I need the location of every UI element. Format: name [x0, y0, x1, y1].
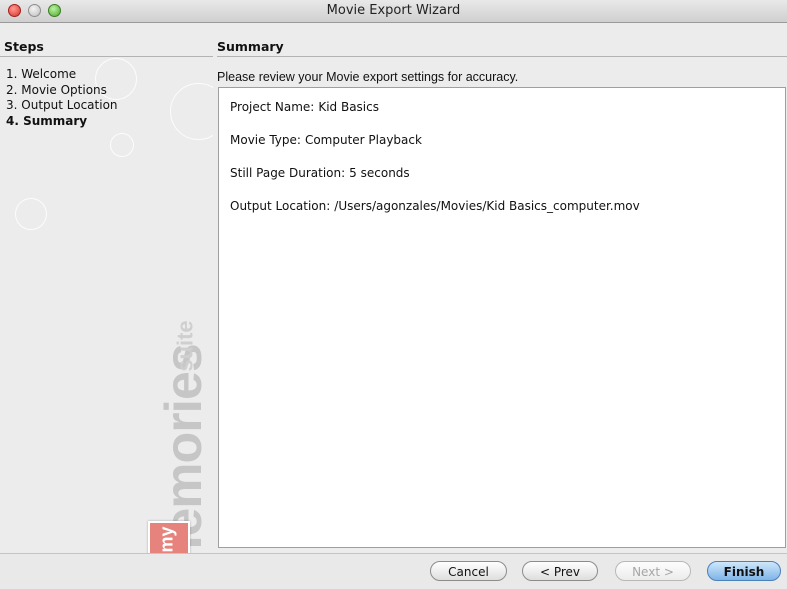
movie-type-value: Computer Playback [304, 133, 422, 147]
steps-header-label: Steps [4, 39, 44, 54]
decorative-swirl [15, 198, 47, 230]
step-output-location: 3. Output Location [6, 98, 118, 112]
logo-suite-text: suite [172, 320, 198, 372]
still-page-duration-row: Still Page Duration: 5 seconds [230, 166, 410, 180]
logo-my-text: my [156, 526, 177, 553]
next-button[interactable]: Next > [615, 561, 691, 581]
movie-type-label: Movie Type: [230, 133, 301, 147]
output-location-row: Output Location:/Users/agonzales/Movies/… [230, 199, 640, 213]
step-movie-options: 2. Movie Options [6, 82, 107, 97]
output-location-value: /Users/agonzales/Movies/Kid Basics_compu… [334, 199, 640, 213]
summary-header: Summary [217, 39, 787, 57]
finish-button[interactable]: Finish [707, 561, 781, 581]
output-location-label: Output Location: [230, 199, 331, 213]
cancel-button[interactable]: Cancel [430, 561, 507, 581]
step-welcome: 1. Welcome [6, 67, 77, 81]
project-name-label: Project Name: [230, 100, 315, 114]
summary-panel: Project Name: Kid Basics Movie Type: Compu… [218, 87, 786, 548]
button-bar: Cancel < Prev Next > Finish [0, 553, 787, 589]
decorative-swirl [110, 133, 134, 157]
summary-instruction: Please review your Movie export settings… [217, 70, 519, 84]
movie-type-row: Movie Type: Computer Playback [230, 133, 422, 147]
still-page-duration-label: Still Page Duration: [230, 166, 346, 180]
step-summary: 4. Summary [6, 113, 88, 128]
steps-header-divider [0, 56, 213, 57]
project-name-row: Project Name: Kid Basics [230, 100, 379, 114]
movie-export-wizard-window: Movie Export Wizard Steps 1. Welcome 2. … [0, 0, 787, 589]
decorative-swirl [170, 83, 213, 140]
steps-sidebar: Steps 1. Welcome 2. Movie Options 3. Out… [0, 23, 213, 553]
window-title: Movie Export Wizard [326, 3, 461, 18]
prev-button[interactable]: < Prev [522, 561, 598, 581]
project-name-value: Kid Basics [318, 100, 379, 114]
summary-section: Summary Please review your Movie export … [213, 23, 787, 553]
steps-list: 1. Welcome 2. Movie Options 3. Output Lo… [6, 67, 118, 129]
summary-header-label: Summary [217, 39, 284, 54]
logo-my-badge: my [148, 521, 190, 553]
steps-header: Steps [0, 39, 213, 57]
summary-header-divider [217, 56, 787, 57]
title-bar[interactable]: Movie Export Wizard [0, 0, 787, 23]
still-page-duration-value: 5 seconds [349, 166, 410, 180]
mymemories-suite-logo: memories suite my [130, 273, 213, 553]
